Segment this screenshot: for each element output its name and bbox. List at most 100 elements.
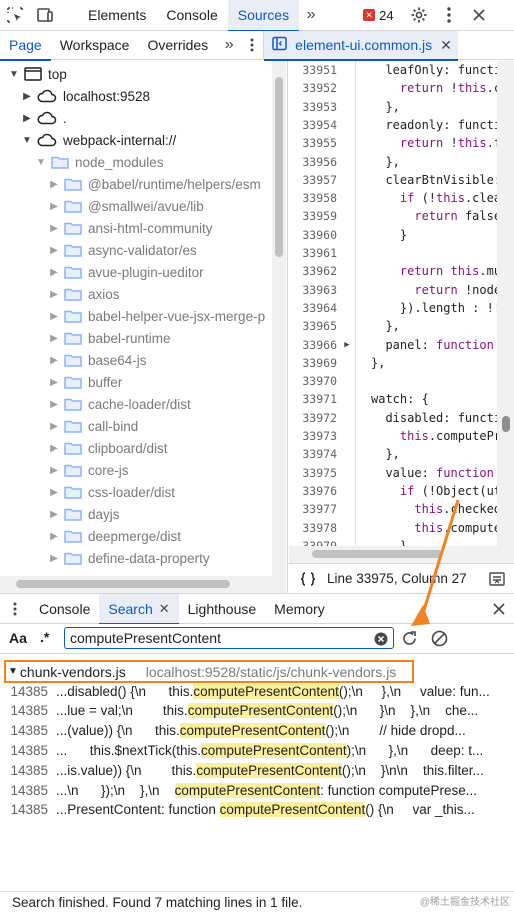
tree-item[interactable]: ▶. (21, 107, 67, 129)
line-number[interactable]: 33974 (289, 447, 337, 461)
code-line[interactable]: 33971 watch: { (289, 390, 428, 408)
search-match-row[interactable]: 14385 ...PresentContent: function compute… (0, 800, 514, 820)
expanded-triangle-icon[interactable]: ▼ (21, 135, 33, 146)
collapsed-triangle-icon[interactable]: ▶ (48, 245, 60, 256)
device-toolbar-icon[interactable] (30, 0, 60, 31)
code-line[interactable]: 33978 this.compute (289, 519, 501, 537)
editor-hscroll-thumb[interactable] (312, 550, 442, 558)
settings-gear-icon[interactable] (404, 0, 434, 31)
tree-item[interactable]: ▶ avue-plugin-ueditor (48, 261, 203, 283)
tree-item[interactable]: ▶ deepmerge/dist (48, 525, 181, 547)
collapsed-triangle-icon[interactable]: ▶ (48, 399, 60, 410)
line-number[interactable]: 33954 (289, 118, 337, 132)
line-number[interactable]: 33976 (289, 484, 337, 498)
line-number[interactable]: 33972 (289, 411, 337, 425)
tree-item[interactable]: ▼ node_modules (35, 151, 164, 173)
drawer-tab-memory[interactable]: Memory (265, 594, 334, 624)
code-line[interactable]: 33964 }).length : !! (289, 299, 501, 317)
tree-item[interactable]: ▶ buffer (48, 371, 122, 393)
code-line[interactable]: 33976 if (!Object(ut (289, 482, 501, 500)
tab-sources[interactable]: Sources (227, 0, 300, 32)
code-line[interactable]: 33975 value: function (289, 464, 493, 482)
collapsed-triangle-icon[interactable]: ▶ (48, 355, 60, 366)
search-match-row[interactable]: 14385 ...(value)) {\n this.computePresent… (0, 721, 514, 741)
tree-item[interactable]: ▶ babel-runtime (48, 327, 170, 349)
code-line[interactable]: 33973 this.computePr (289, 427, 501, 445)
refresh-search-icon[interactable] (401, 630, 418, 650)
editor-scroll-thumb[interactable] (502, 416, 510, 432)
code-line[interactable]: 33956 }, (289, 153, 400, 171)
collapsed-triangle-icon[interactable]: ▶ (48, 465, 60, 476)
code-line[interactable]: 33974 }, (289, 445, 400, 463)
collapsed-triangle-icon[interactable]: ▶ (48, 421, 60, 432)
line-number[interactable]: 33956 (289, 155, 337, 169)
close-drawer-icon[interactable] (484, 594, 514, 624)
collapsed-triangle-icon[interactable]: ▶ (48, 443, 60, 454)
code-line[interactable]: 33969}, (289, 354, 385, 372)
close-devtools-icon[interactable] (464, 0, 494, 31)
collapsed-triangle-icon[interactable]: ▶ (48, 509, 60, 520)
collapsed-triangle-icon[interactable]: ▶ (48, 333, 60, 344)
collapsed-triangle-icon[interactable]: ▶ (48, 553, 60, 564)
line-number[interactable]: 33952 (289, 81, 337, 95)
tree-item[interactable]: ▼ top (8, 63, 67, 85)
code-line[interactable]: 33961 (289, 244, 371, 262)
search-match-row[interactable]: 14385 ...lue = val;\n this.computePresent… (0, 701, 514, 721)
result-file-header[interactable]: ▼ chunk-vendors.js localhost:9528/static… (4, 660, 414, 683)
fold-toggle-icon[interactable]: ▶ (337, 340, 357, 350)
clear-results-icon[interactable] (431, 630, 448, 650)
search-match-row[interactable]: 14385 ... this.$nextTick(this.computePres… (0, 740, 514, 760)
tree-item[interactable]: ▶ async-validator/es (48, 239, 197, 261)
line-number[interactable]: 33958 (289, 191, 337, 205)
tree-item[interactable]: ▶ @babel/runtime/helpers/esm (48, 173, 261, 195)
tree-item[interactable]: ▶ babel-helper-vue-jsx-merge-p (48, 305, 265, 327)
search-match-row[interactable]: 14385 ...\n });\n },\n computePresentCont… (0, 780, 514, 800)
search-match-row[interactable]: 14385 ...is.value)) {\n this.computePrese… (0, 760, 514, 780)
collapsed-triangle-icon[interactable]: ▶ (48, 223, 60, 234)
tab-page[interactable]: Page (0, 31, 51, 61)
search-match-row[interactable]: 14385 ...disabled() {\n this.computePrese… (0, 681, 514, 701)
clear-search-icon[interactable] (374, 632, 388, 649)
code-line[interactable]: 33960 } (289, 226, 407, 244)
code-line[interactable]: 33957 clearBtnVisible: (289, 171, 501, 189)
search-input[interactable] (64, 627, 394, 649)
line-number[interactable]: 33978 (289, 521, 337, 535)
expanded-triangle-icon[interactable]: ▼ (8, 69, 20, 80)
code-line[interactable]: 33952 return !this.c (289, 79, 501, 97)
collapsed-triangle-icon[interactable]: ▶ (48, 377, 60, 388)
collapsed-triangle-icon[interactable]: ▶ (48, 289, 60, 300)
line-number[interactable]: 33957 (289, 173, 337, 187)
navigator-scroll-thumb[interactable] (275, 77, 283, 257)
tree-item[interactable]: ▶ define-data-property (48, 547, 209, 569)
line-number[interactable]: 33975 (289, 466, 337, 480)
tree-item[interactable]: ▶ clipboard/dist (48, 437, 167, 459)
line-number[interactable]: 33960 (289, 228, 337, 242)
collapsed-triangle-icon[interactable]: ▶ (21, 113, 33, 124)
code-line[interactable]: 33951 leafOnly: functi (289, 61, 501, 79)
code-line[interactable]: 33959 return false (289, 207, 501, 225)
cursor-position[interactable]: Line 33975, Column 27 (327, 571, 467, 586)
line-number[interactable]: 33969 (289, 356, 337, 370)
code-editor[interactable]: 33951 leafOnly: functi 33952 return !this… (289, 61, 514, 563)
tree-item[interactable]: ▶ axios (48, 283, 119, 305)
sources-kebab-icon[interactable] (241, 31, 263, 60)
tree-item[interactable]: ▼ webpack-internal:// (21, 129, 176, 151)
line-number[interactable]: 33977 (289, 502, 337, 516)
line-number[interactable]: 33953 (289, 100, 337, 114)
tree-item[interactable]: ▶ @smallwei/avue/lib (48, 195, 204, 217)
tree-item[interactable]: ▶ dayjs (48, 503, 119, 525)
tab-overrides[interactable]: Overrides (138, 31, 217, 60)
collapsed-triangle-icon[interactable]: ▶ (48, 531, 60, 542)
editor-scrollbar[interactable] (497, 61, 514, 563)
line-number[interactable]: 33959 (289, 209, 337, 223)
regex-toggle[interactable]: .* (40, 629, 49, 645)
tree-item[interactable]: ▶ css-loader/dist (48, 481, 175, 503)
collapsed-triangle-icon[interactable]: ▶ (21, 91, 33, 102)
line-number[interactable]: 33962 (289, 264, 337, 278)
code-line[interactable]: 33955 return !this.f (289, 134, 501, 152)
coverage-icon[interactable] (480, 571, 514, 586)
code-line[interactable]: 33958 if (!this.clea (289, 189, 501, 207)
line-number[interactable]: 33955 (289, 136, 337, 150)
error-count-badge[interactable]: ✕ 24 (363, 8, 394, 23)
collapsed-triangle-icon[interactable]: ▶ (48, 179, 60, 190)
